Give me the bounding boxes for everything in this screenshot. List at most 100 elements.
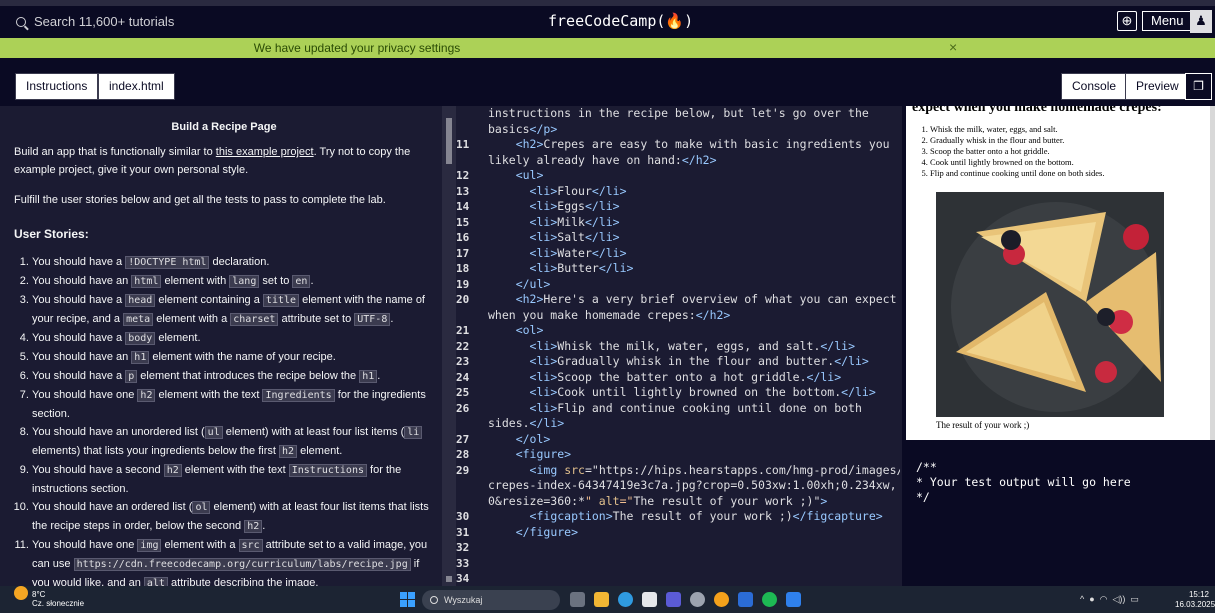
code-text[interactable]: <li>Whisk the milk, water, eggs, and sal…: [488, 339, 855, 355]
spotify-icon[interactable]: [762, 592, 777, 607]
code-text[interactable]: crepes-index-64347419e3c7a.jpg?crop=0.50…: [488, 478, 897, 494]
windows-start-icon[interactable]: [400, 592, 416, 608]
code-line[interactable]: 15 <li>Milk</li>: [456, 215, 900, 231]
code-line[interactable]: 18 <li>Butter</li>: [456, 261, 900, 277]
code-line[interactable]: sides.</li>: [456, 416, 900, 432]
code-line[interactable]: 32: [456, 540, 900, 556]
pane-divider[interactable]: [442, 106, 456, 586]
freecodecamp-logo[interactable]: freeCodeCamp(🔥): [548, 12, 693, 30]
code-line[interactable]: 25 <li>Cook until lightly browned on the…: [456, 385, 900, 401]
edge-icon[interactable]: [618, 592, 633, 607]
settings-icon[interactable]: [690, 592, 705, 607]
weather-widget[interactable]: 8°C Cz. słonecznie: [14, 586, 84, 608]
close-icon[interactable]: ×: [949, 39, 957, 55]
code-text[interactable]: instructions in the recipe below, but le…: [488, 106, 869, 122]
privacy-message: We have updated your privacy settings: [253, 41, 461, 55]
code-text[interactable]: <li>Salt</li>: [488, 230, 620, 246]
chrome-icon[interactable]: [714, 592, 729, 607]
tab-preview[interactable]: Preview: [1125, 73, 1190, 100]
code-editor[interactable]: instructions in the recipe below, but le…: [456, 106, 900, 586]
code-line[interactable]: instructions in the recipe below, but le…: [456, 106, 900, 122]
taskbar-search[interactable]: Wyszukaj: [422, 590, 560, 610]
system-tray[interactable]: ^ ● ◠ ◁)) ▭: [1080, 594, 1139, 605]
code-text[interactable]: <figcaption>The result of your work ;)</…: [488, 509, 883, 525]
code-line[interactable]: 21 <ol>: [456, 323, 900, 339]
instructions-scrollbar[interactable]: [446, 118, 452, 164]
code-line[interactable]: 20 <h2>Here's a very brief overview of w…: [456, 292, 900, 308]
tab-index-html[interactable]: index.html: [98, 73, 175, 100]
tab-instructions[interactable]: Instructions: [15, 73, 99, 100]
avatar[interactable]: ♟: [1190, 10, 1212, 33]
code-text[interactable]: 0&resize=360:*" alt="The result of your …: [488, 494, 827, 510]
code-text[interactable]: <h2>Crepes are easy to make with basic i…: [488, 137, 890, 153]
search-bar[interactable]: Search 11,600+ tutorials: [16, 14, 174, 29]
code-text[interactable]: <li>Cook until lightly browned on the bo…: [488, 385, 876, 401]
code-line[interactable]: 0&resize=360:*" alt="The result of your …: [456, 494, 900, 510]
file-explorer-icon[interactable]: [594, 592, 609, 607]
code-line[interactable]: 30 <figcaption>The result of your work ;…: [456, 509, 900, 525]
task-view-icon[interactable]: [570, 592, 585, 607]
code-line[interactable]: basics</p>: [456, 122, 900, 138]
code-line[interactable]: 22 <li>Whisk the milk, water, eggs, and …: [456, 339, 900, 355]
code-text[interactable]: <li>Gradually whisk in the flour and but…: [488, 354, 869, 370]
code-line[interactable]: 14 <li>Eggs</li>: [456, 199, 900, 215]
code-text[interactable]: </ol>: [488, 432, 551, 448]
code-line[interactable]: 29 <img src="https://hips.hearstapps.com…: [456, 463, 900, 479]
word-icon[interactable]: [738, 592, 753, 607]
code-text[interactable]: <h2>Here's a very brief overview of what…: [488, 292, 897, 308]
list-item: You should have an h1 element with the n…: [32, 348, 434, 367]
code-line[interactable]: 13 <li>Flour</li>: [456, 184, 900, 200]
clock[interactable]: 15:12 16.03.2025: [1175, 590, 1215, 610]
code-text[interactable]: when you make homemade crepes:</h2>: [488, 308, 730, 324]
code-text[interactable]: <img src="https://hips.hearstapps.com/hm…: [488, 463, 900, 479]
code-text[interactable]: <figure>: [488, 447, 571, 463]
code-text[interactable]: likely already have on hand:</h2>: [488, 153, 717, 169]
code-text[interactable]: <ul>: [488, 168, 544, 184]
code-text[interactable]: <ol>: [488, 323, 544, 339]
sun-icon: [14, 586, 28, 600]
preview-scrollbar[interactable]: [1210, 106, 1215, 440]
code-text[interactable]: basics</p>: [488, 122, 557, 138]
code-line[interactable]: crepes-index-64347419e3c7a.jpg?crop=0.50…: [456, 478, 900, 494]
figure-caption: The result of your work ;): [936, 420, 1030, 430]
code-line[interactable]: 28 <figure>: [456, 447, 900, 463]
code-line[interactable]: 23 <li>Gradually whisk in the flour and …: [456, 354, 900, 370]
code-text[interactable]: <li>Milk</li>: [488, 215, 620, 231]
example-project-link[interactable]: this example project: [216, 146, 314, 158]
code-line[interactable]: 31 </figure>: [456, 525, 900, 541]
code-text[interactable]: <li>Water</li>: [488, 246, 627, 262]
code-line[interactable]: 33: [456, 556, 900, 572]
line-number: 33: [456, 556, 470, 570]
code-text[interactable]: </figure>: [488, 525, 578, 541]
code-line[interactable]: 11 <h2>Crepes are easy to make with basi…: [456, 137, 900, 153]
code-line[interactable]: 17 <li>Water</li>: [456, 246, 900, 262]
code-line[interactable]: when you make homemade crepes:</h2>: [456, 308, 900, 324]
code-text[interactable]: <li>Scoop the batter onto a hot griddle.…: [488, 370, 842, 386]
code-line[interactable]: 34: [456, 571, 900, 586]
code-text[interactable]: <li>Flour</li>: [488, 184, 627, 200]
menu-button[interactable]: Menu: [1142, 11, 1193, 31]
code-text[interactable]: sides.</li>: [488, 416, 564, 432]
list-item: You should have a !DOCTYPE html declarat…: [32, 253, 434, 272]
code-line[interactable]: 16 <li>Salt</li>: [456, 230, 900, 246]
vscode-icon[interactable]: [786, 592, 801, 607]
app-icon[interactable]: [666, 592, 681, 607]
code-text[interactable]: </ul>: [488, 277, 551, 293]
line-number: 31: [456, 525, 470, 539]
code-line[interactable]: 24 <li>Scoop the batter onto a hot gridd…: [456, 370, 900, 386]
code-text[interactable]: <li>Eggs</li>: [488, 199, 620, 215]
popout-icon[interactable]: ❐: [1185, 73, 1212, 100]
tab-console[interactable]: Console: [1061, 73, 1128, 100]
code-text[interactable]: <li>Flip and continue cooking until done…: [488, 401, 862, 417]
code-line[interactable]: 27 </ol>: [456, 432, 900, 448]
code-line[interactable]: 19 </ul>: [456, 277, 900, 293]
code-line[interactable]: 26 <li>Flip and continue cooking until d…: [456, 401, 900, 417]
list-item: Whisk the milk, water, eggs, and salt.: [930, 124, 1210, 135]
globe-icon[interactable]: ⊕: [1117, 11, 1137, 31]
code-line[interactable]: likely already have on hand:</h2>: [456, 153, 900, 169]
list-item: You should have an unordered list (ul el…: [32, 423, 434, 461]
code-text[interactable]: <li>Butter</li>: [488, 261, 634, 277]
store-icon[interactable]: [642, 592, 657, 607]
code-line[interactable]: 12 <ul>: [456, 168, 900, 184]
line-number: 20: [456, 293, 470, 306]
